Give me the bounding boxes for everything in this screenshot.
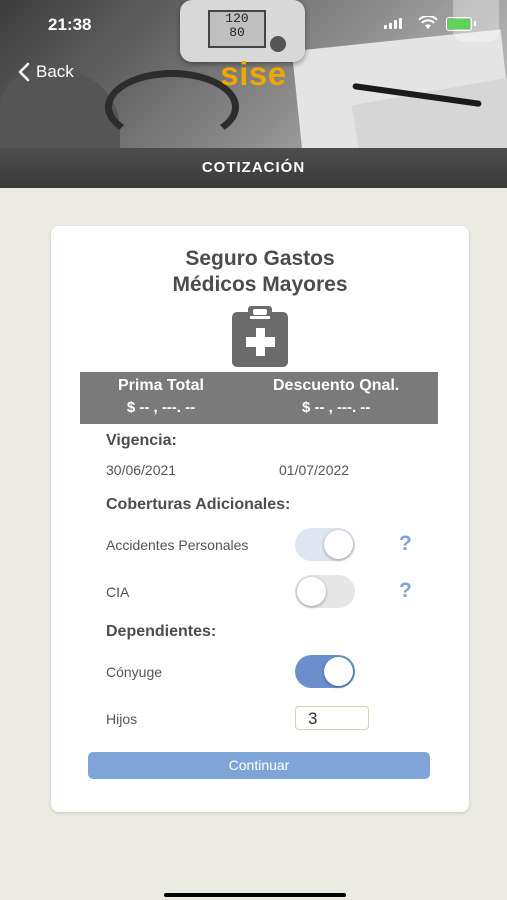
vigencia-end[interactable]: 01/07/2022 (279, 462, 349, 478)
descuento-label: Descuento Qnal. (273, 377, 400, 394)
medical-clipboard-icon (232, 306, 288, 367)
wifi-icon (418, 16, 438, 29)
premium-summary: Prima Total $ -- , ---. -- Descuento Qna… (80, 372, 438, 424)
battery-icon (446, 17, 476, 31)
continue-button[interactable]: Continuar (88, 752, 430, 779)
dependientes-label: Dependientes: (106, 623, 217, 640)
home-indicator[interactable] (164, 893, 346, 897)
vigencia-start[interactable]: 30/06/2021 (106, 462, 176, 478)
cia-toggle[interactable] (295, 575, 355, 608)
vigencia-label: Vigencia: (106, 432, 177, 449)
accidentes-help-icon[interactable]: ? (399, 532, 412, 556)
accidentes-label: Accidentes Personales (106, 537, 249, 553)
cia-label: CIA (106, 584, 130, 600)
prima-total: Prima Total $ -- , ---. -- (118, 377, 204, 416)
insurance-title: Seguro Gastos Médicos Mayores (51, 246, 469, 298)
prima-total-value: $ -- , ---. -- (126, 399, 196, 416)
status-bar: 21:38 (0, 0, 507, 48)
conyuge-label: Cónyuge (106, 664, 163, 680)
status-time: 21:38 (48, 15, 92, 34)
conyuge-toggle[interactable] (295, 655, 355, 688)
hijos-input[interactable]: 3 (295, 706, 369, 730)
hijos-label: Hijos (106, 711, 138, 727)
descuento-qnal: Descuento Qnal. $ -- , ---. -- (273, 377, 399, 416)
prima-total-label: Prima Total (118, 377, 204, 394)
cellular-signal-icon (384, 18, 402, 29)
cia-help-icon[interactable]: ? (399, 579, 412, 603)
title-line-2: Médicos Mayores (172, 273, 348, 296)
descuento-value: $ -- , ---. -- (301, 399, 371, 416)
page-title: COTIZACIÓN (0, 148, 507, 188)
sise-logo: sise (220, 55, 287, 92)
title-line-1: Seguro Gastos (185, 247, 335, 270)
quote-card: Seguro Gastos Médicos Mayores Prima Tota… (51, 226, 469, 812)
accidentes-toggle[interactable] (295, 528, 355, 561)
coberturas-label: Coberturas Adicionales: (106, 496, 291, 513)
